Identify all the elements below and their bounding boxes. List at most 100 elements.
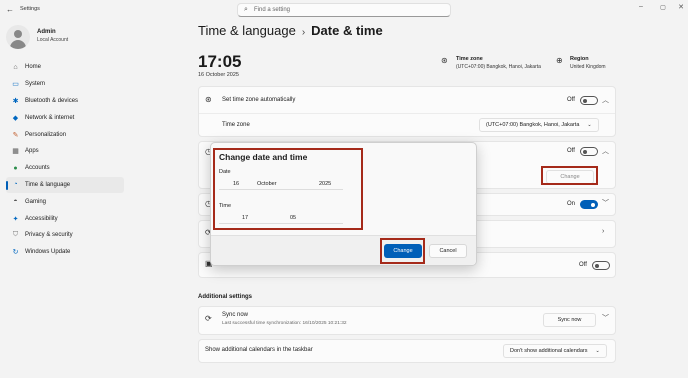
- sidebar-item-home[interactable]: ⌂ Home: [6, 59, 124, 76]
- accounts-icon: ●: [13, 164, 18, 172]
- time-zone-dropdown-value: (UTC+07:00) Bangkok, Hanoi, Jakarta: [486, 122, 580, 128]
- sync-last-time: Last successful time synchronization: 16…: [222, 321, 347, 326]
- sidebar-item-time-language[interactable]: ◔ Time & language: [6, 176, 124, 194]
- date-label: Date: [219, 169, 231, 175]
- toggle-on-switch[interactable]: [580, 200, 598, 209]
- timezone-icon: ⊛: [441, 56, 448, 65]
- sidebar-item-accounts[interactable]: ● Accounts: [6, 160, 124, 177]
- year-field[interactable]: 2025: [319, 181, 331, 187]
- bluetooth-icon: ✱: [12, 97, 19, 105]
- breadcrumb: Time & language › Date & time: [198, 23, 383, 38]
- sidebar-item-label: Network & internet: [25, 114, 75, 121]
- highlight-change-button: [541, 166, 598, 185]
- sidebar-item-label: System: [25, 81, 46, 88]
- minute-field[interactable]: 05: [290, 215, 296, 221]
- sidebar-item-label: Windows Update: [25, 249, 71, 256]
- chevron-down-icon[interactable]: ﹀: [602, 313, 609, 323]
- brush-icon: ✎: [12, 131, 19, 139]
- app-title: Settings: [20, 6, 40, 12]
- time-zone-dropdown[interactable]: (UTC+07:00) Bangkok, Hanoi, Jakarta ⌄: [479, 118, 599, 132]
- avatar-body-icon: [10, 40, 26, 49]
- day-field[interactable]: 16: [233, 181, 239, 187]
- timezone-title: Time zone: [456, 56, 483, 62]
- sidebar-item-label: Gaming: [25, 198, 47, 205]
- chevron-up-icon[interactable]: ︿: [602, 146, 609, 156]
- sidebar-item-gaming[interactable]: ◓ Gaming: [6, 193, 124, 210]
- time-zone-label: Time zone: [222, 122, 250, 128]
- update-icon: ↻: [12, 249, 19, 257]
- home-icon: ⌂: [13, 63, 18, 71]
- sidebar-item-label: Accounts: [25, 165, 50, 172]
- sidebar-item-network[interactable]: ◆ Network & internet: [6, 109, 124, 126]
- sidebar-item-label: Personalization: [25, 131, 67, 138]
- system-icon: ▭: [12, 81, 19, 89]
- avatar-head-icon: [14, 30, 22, 38]
- sidebar-nav: ⌂ Home ▭ System ✱ Bluetooth & devices ◆ …: [6, 59, 124, 261]
- time-field-underline: [219, 223, 343, 224]
- sidebar-item-label: Bluetooth & devices: [25, 97, 79, 104]
- profile-account-type: Local Account: [37, 37, 69, 43]
- wifi-icon: ◆: [12, 114, 19, 122]
- sidebar-item-label: Privacy & security: [25, 232, 73, 239]
- back-arrow-icon[interactable]: ←: [6, 5, 14, 14]
- sidebar-item-apps[interactable]: ▦ Apps: [6, 143, 124, 160]
- avatar[interactable]: [6, 25, 30, 49]
- toggle-on-state: On: [567, 201, 576, 207]
- chevron-down-icon: ⌄: [595, 348, 600, 354]
- sidebar-item-accessibility[interactable]: ✦ Accessibility: [6, 210, 124, 227]
- sidebar-item-privacy[interactable]: ⛉ Privacy & security: [6, 227, 124, 244]
- region-value: United Kingdom: [570, 64, 606, 70]
- search-box[interactable]: ⌕ Find a setting: [237, 3, 451, 17]
- set-time-auto-toggle[interactable]: [580, 147, 598, 156]
- search-icon: ⌕: [244, 6, 248, 13]
- accessibility-icon: ✦: [12, 215, 19, 223]
- set-time-auto-state: Off: [567, 148, 575, 154]
- gamepad-icon: ◓: [13, 198, 18, 206]
- sidebar-item-label: Accessibility: [25, 215, 58, 222]
- month-field[interactable]: October: [257, 181, 277, 187]
- region-title: Region: [570, 56, 589, 62]
- date-field-underline: [219, 189, 343, 190]
- chevron-right-icon[interactable]: ›: [602, 228, 604, 235]
- set-tz-auto-toggle[interactable]: [580, 96, 598, 105]
- sidebar-item-label: Home: [25, 64, 42, 71]
- sidebar-item-windows-update[interactable]: ↻ Windows Update: [6, 244, 124, 261]
- search-placeholder: Find a setting: [254, 7, 291, 13]
- shield-icon: ⛉: [12, 231, 19, 239]
- page-title: Date & time: [311, 23, 383, 38]
- profile-name: Admin: [37, 29, 56, 35]
- sync-now-button[interactable]: Sync now: [543, 313, 596, 327]
- chevron-right-icon: ›: [301, 27, 306, 38]
- close-icon[interactable]: ✕: [676, 3, 686, 11]
- minimize-icon[interactable]: –: [636, 3, 646, 10]
- sidebar-item-label: Time & language: [25, 181, 71, 188]
- sidebar-item-personalization[interactable]: ✎ Personalization: [6, 126, 124, 143]
- chevron-down-icon: ⌄: [587, 122, 592, 128]
- calendars-dropdown-value: Don't show additional calendars: [510, 348, 588, 354]
- highlight-dialog-change-button: [380, 238, 425, 264]
- timezone-value: (UTC+07:00) Bangkok, Hanoi, Jakarta: [456, 64, 541, 70]
- breadcrumb-parent[interactable]: Time & language: [198, 23, 296, 38]
- calendars-dropdown[interactable]: Don't show additional calendars ⌄: [503, 344, 607, 358]
- time-label: Time: [219, 203, 232, 209]
- toggle-off-lower-switch[interactable]: [592, 261, 610, 270]
- sidebar-item-bluetooth[interactable]: ✱ Bluetooth & devices: [6, 93, 124, 110]
- maximize-icon[interactable]: ▢: [658, 4, 668, 11]
- additional-settings-title: Additional settings: [198, 294, 252, 300]
- divider: [199, 113, 615, 114]
- dialog-title: Change date and time: [219, 152, 308, 162]
- current-time: 17:05: [198, 52, 242, 71]
- sync-label: Sync now: [222, 312, 249, 318]
- dialog-cancel-button[interactable]: Cancel: [429, 244, 467, 258]
- calendars-label: Show additional calendars in the taskbar: [205, 347, 313, 353]
- sidebar-item-label: Apps: [25, 148, 39, 155]
- current-date: 16 October 2025: [198, 72, 239, 78]
- hour-field[interactable]: 17: [242, 215, 248, 221]
- region-globe-icon: ⊕: [556, 56, 563, 65]
- chevron-down-icon[interactable]: ﹀: [602, 198, 609, 208]
- sync-icon: ⟳: [205, 314, 212, 323]
- chevron-up-icon[interactable]: ︿: [602, 95, 609, 105]
- set-tz-auto-label: Set time zone automatically: [222, 97, 296, 103]
- toggle-off-lower-state: Off: [579, 262, 587, 268]
- sidebar-item-system[interactable]: ▭ System: [6, 76, 124, 93]
